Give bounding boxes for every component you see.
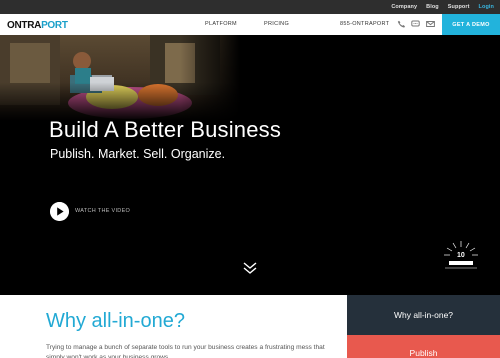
logo-text-accent: PORT [41,20,68,31]
badge-number: 10 [457,252,465,259]
section-heading: Why all-in-one? [46,310,185,332]
top-link-support[interactable]: Support [448,4,470,10]
get-a-demo-button[interactable]: GET A DEMO [442,14,500,35]
play-video-icon[interactable] [50,202,69,221]
scroll-down-icon[interactable] [242,261,258,275]
nav-pricing[interactable]: PRICING [264,21,289,27]
top-link-company[interactable]: Company [391,4,417,10]
nav-platform[interactable]: PLATFORM [205,21,237,27]
top-link-login[interactable]: Login [479,4,494,10]
logo-text-main: ONTRA [7,20,42,31]
top-link-blog[interactable]: Blog [426,4,439,10]
hero-section: Build A Better Business Publish. Market.… [0,35,500,295]
main-navbar: ONTRAPORT PLATFORM PRICING 855-ONTRAPORT… [0,14,500,35]
side-nav-publish[interactable]: Publish [347,335,500,358]
mail-icon[interactable] [426,20,435,28]
section-body-text: Trying to manage a bunch of separate too… [46,344,325,358]
chat-icon[interactable] [411,20,420,28]
hero-photo [0,35,240,121]
phone-icon[interactable] [397,20,406,28]
nav-phone-number[interactable]: 855-ONTRAPORT [340,21,389,27]
top-utility-bar: Company Blog Support Login [0,0,500,14]
hero-subtitle: Publish. Market. Sell. Organize. [50,147,226,161]
top-links: Company Blog Support Login [391,0,494,14]
side-nav-why-all-in-one[interactable]: Why all-in-one? [347,295,500,335]
ontraport-logo[interactable]: ONTRAPORT [7,20,68,31]
hero-title: Build A Better Business [49,117,282,142]
watch-video-link[interactable]: WATCH THE VIDEO [75,208,130,214]
